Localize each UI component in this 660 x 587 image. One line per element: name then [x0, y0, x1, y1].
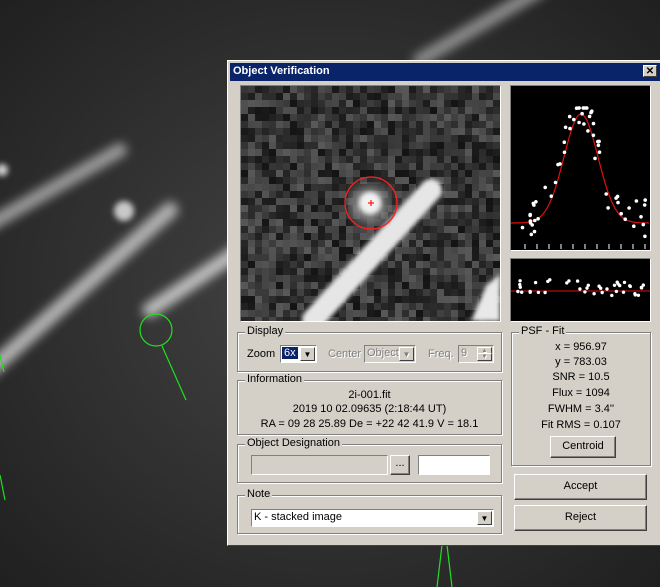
title-bar: Object Verification ✕	[230, 63, 660, 81]
object-coordinates: RA = 09 28 25.89 De = +22 42 41.9 V = 18…	[260, 418, 479, 430]
reject-label: Reject	[564, 511, 597, 523]
center-label: Center	[328, 348, 362, 360]
note-select[interactable]: K - stacked image ▼	[251, 509, 494, 527]
designation-legend: Object Designation	[245, 437, 342, 449]
zoom-select[interactable]: 6x ▼	[280, 345, 317, 363]
browse-button[interactable]: ...	[390, 455, 410, 475]
information-legend: Information	[245, 373, 305, 385]
note-group: Note K - stacked image ▼	[237, 488, 502, 534]
accept-button[interactable]: Accept	[514, 474, 647, 500]
psf-fit-group: PSF - Fit x = 956.97 y = 783.03 SNR = 10…	[511, 325, 651, 466]
psf-fit-rms: Fit RMS = 0.107	[541, 419, 621, 431]
display-legend: Display	[245, 325, 286, 337]
freq-label: Freq.	[428, 348, 454, 360]
freq-spinner[interactable]: 9 ▲ ▼	[458, 345, 494, 363]
psf-x: x = 956.97	[555, 341, 607, 353]
centroid-label: Centroid	[562, 440, 604, 452]
object-verification-dialog: Object Verification ✕ Display Zoom 6x ▼ …	[227, 60, 660, 546]
zoom-label: Zoom	[247, 348, 276, 360]
information-group: Information 2i-001.fit 2019 10 02.09635 …	[237, 373, 502, 435]
observation-datetime: 2019 10 02.09635 (2:18:44 UT)	[292, 403, 447, 415]
image-filename: 2i-001.fit	[348, 389, 391, 401]
reject-button[interactable]: Reject	[514, 505, 647, 531]
psf-fwhm: FWHM = 3.4''	[547, 403, 615, 415]
triangle-down-icon[interactable]: ▼	[477, 353, 492, 361]
note-value: K - stacked image	[254, 511, 343, 523]
freq-value: 9	[461, 347, 468, 359]
center-select[interactable]: Object ▼	[364, 345, 416, 363]
designation-group: Object Designation ...	[237, 437, 502, 483]
center-value: Object	[367, 347, 399, 359]
chevron-down-icon[interactable]: ▼	[477, 511, 492, 525]
designation-input[interactable]	[418, 455, 490, 475]
note-legend: Note	[245, 488, 273, 500]
browse-label: ...	[395, 457, 405, 469]
designation-select-field[interactable]	[251, 455, 388, 475]
close-icon[interactable]: ✕	[643, 65, 657, 77]
zoom-value: 6x	[282, 347, 298, 359]
psf-profile-plot	[510, 85, 651, 251]
dialog-title: Object Verification	[233, 65, 330, 77]
psf-legend: PSF - Fit	[519, 325, 567, 337]
psf-snr: SNR = 10.5	[552, 371, 610, 383]
accept-label: Accept	[563, 480, 598, 492]
zoom-image-frame	[240, 85, 501, 322]
psf-residual-plot	[510, 258, 651, 322]
centroid-button[interactable]: Centroid	[550, 436, 616, 458]
display-group: Display Zoom 6x ▼ Center Object ▼ Freq. …	[237, 325, 502, 372]
psf-y: y = 783.03	[555, 356, 607, 368]
zoomed-star-image	[241, 86, 500, 321]
chevron-down-icon[interactable]: ▼	[300, 347, 315, 361]
psf-flux: Flux = 1094	[552, 387, 610, 399]
chevron-down-icon[interactable]: ▼	[399, 347, 414, 361]
